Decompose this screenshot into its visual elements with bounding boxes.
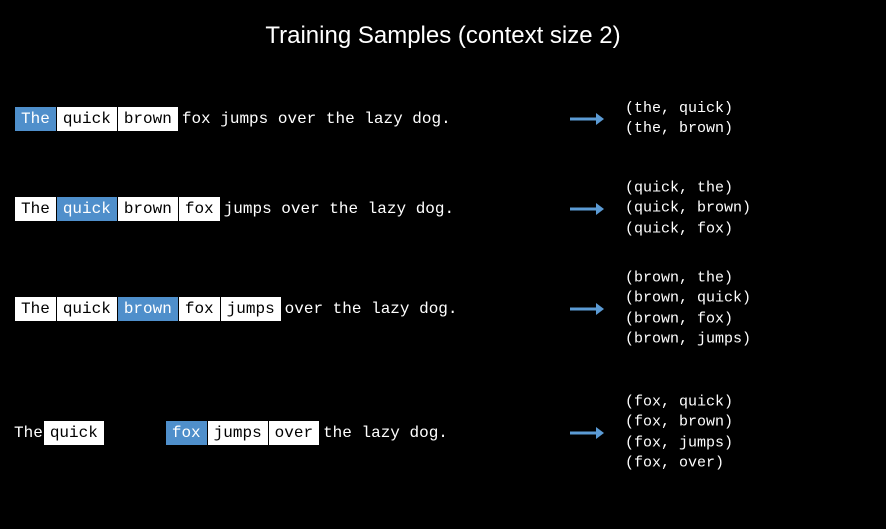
token: The xyxy=(14,196,57,222)
pair: (the, quick) xyxy=(625,99,733,119)
tokens-4: quick brown fox jumps over xyxy=(43,420,319,446)
sentence-rest: fox jumps over the lazy dog. xyxy=(182,110,451,128)
tokens-2: The quick brown fox xyxy=(14,196,220,222)
sample-row-4: The quick brown fox jumps over the lazy … xyxy=(0,420,886,446)
pair: (brown, jumps) xyxy=(625,329,751,349)
sample-row-2: The quick brown fox jumps over the lazy … xyxy=(0,196,886,222)
token: quick xyxy=(56,296,118,322)
pair: (quick, brown) xyxy=(625,199,751,219)
sentence-rest: over the lazy dog. xyxy=(285,300,458,318)
token: fox xyxy=(165,420,208,446)
pair: (quick, fox) xyxy=(625,219,751,239)
token: jumps xyxy=(207,420,269,446)
pairs-4: (fox, quick) (fox, brown) (fox, jumps) (… xyxy=(625,393,733,474)
token: The xyxy=(14,106,57,132)
pair: (fox, over) xyxy=(625,453,733,473)
token: quick xyxy=(56,196,118,222)
diagram-title: Training Samples (context size 2) xyxy=(265,22,620,50)
pair: (fox, brown) xyxy=(625,413,733,433)
sentence-prefix: The xyxy=(14,424,43,442)
arrow-icon xyxy=(570,202,604,216)
pair: (quick, the) xyxy=(625,179,751,199)
sentence-rest: the lazy dog. xyxy=(323,424,448,442)
pairs-2: (quick, the) (quick, brown) (quick, fox) xyxy=(625,179,751,240)
pair: (the, brown) xyxy=(625,119,733,139)
token: over xyxy=(268,420,320,446)
token: brown xyxy=(117,296,179,322)
pairs-1: (the, quick) (the, brown) xyxy=(625,99,733,140)
token: fox xyxy=(178,296,221,322)
arrow-icon xyxy=(570,112,604,126)
pair: (fox, quick) xyxy=(625,393,733,413)
pairs-3: (brown, the) (brown, quick) (brown, fox)… xyxy=(625,269,751,350)
sample-row-1: The quick brown fox jumps over the lazy … xyxy=(0,106,886,132)
pair: (brown, quick) xyxy=(625,289,751,309)
token: brown xyxy=(117,196,179,222)
tokens-3: The quick brown fox jumps xyxy=(14,296,281,322)
token: quick xyxy=(56,106,118,132)
pair: (fox, jumps) xyxy=(625,433,733,453)
tokens-1: The quick brown xyxy=(14,106,178,132)
pair: (brown, the) xyxy=(625,269,751,289)
token: brown xyxy=(117,106,179,132)
token: The xyxy=(14,296,57,322)
arrow-icon xyxy=(570,302,604,316)
sample-row-3: The quick brown fox jumps over the lazy … xyxy=(0,296,886,322)
token: jumps xyxy=(220,296,282,322)
sentence-rest: jumps over the lazy dog. xyxy=(224,200,454,218)
token: fox xyxy=(178,196,221,222)
pair: (brown, fox) xyxy=(625,309,751,329)
token: quick xyxy=(43,420,105,446)
arrow-icon xyxy=(570,426,604,440)
